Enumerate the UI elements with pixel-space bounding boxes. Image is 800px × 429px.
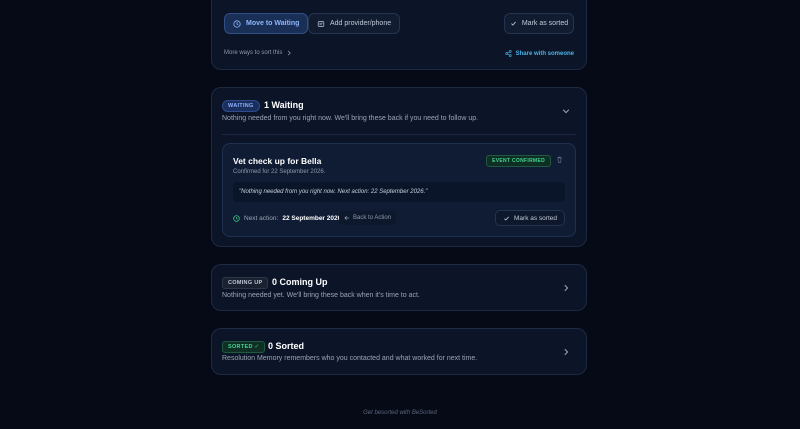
waiting-description: Nothing needed from you right now. We'll…: [222, 115, 479, 122]
add-provider-label: Add provider/phone: [330, 20, 392, 27]
chevron-down-icon[interactable]: [562, 107, 570, 115]
check-icon: [504, 216, 509, 221]
coming-up-title: 0 Coming Up: [272, 277, 328, 287]
clock-icon: [233, 19, 241, 28]
phone-book-icon: [317, 20, 325, 27]
back-to-action-button[interactable]: Back to Action: [339, 211, 397, 225]
share-label: Share with someone: [515, 50, 574, 57]
waiting-section: WAITING 1 Waiting Nothing needed from yo…: [211, 87, 587, 247]
coming-up-section[interactable]: COMING UP 0 Coming Up Nothing needed yet…: [211, 264, 587, 311]
item-note-text: "Nothing needed from you right now. Next…: [239, 189, 428, 195]
arrow-left-icon: [344, 215, 350, 221]
more-ways-label: More ways to sort this: [224, 50, 283, 56]
mark-as-sorted-label: Mark as sorted: [521, 20, 569, 27]
next-action: Next action: 22 September 2026: [233, 215, 341, 222]
event-confirmed-badge: EVENT CONFIRMED: [486, 155, 551, 167]
coming-up-badge: COMING UP: [222, 277, 269, 289]
next-action-label: Next action:: [244, 215, 279, 222]
item-note-box: "Nothing needed from you right now. Next…: [233, 182, 565, 202]
waiting-title: 1 Waiting: [264, 100, 304, 110]
item-title: Vet check up for Bella: [233, 156, 322, 166]
sorted-description: Resolution Memory remembers who you cont…: [222, 355, 478, 362]
section-divider: [222, 134, 576, 135]
next-action-date: 22 September 2026: [282, 215, 342, 222]
waiting-badge: WAITING: [222, 100, 260, 112]
sorted-section[interactable]: SORTED ✓ 0 Sorted Resolution Memory reme…: [211, 328, 587, 375]
more-ways-link[interactable]: More ways to sort this: [224, 50, 292, 56]
share-icon: [505, 50, 512, 57]
waiting-item-card[interactable]: Vet check up for Bella Confirmed for 22 …: [222, 143, 576, 237]
footer-text: Get besorted with BeSorted: [363, 410, 437, 416]
add-provider-button[interactable]: Add provider/phone: [308, 13, 401, 34]
sorted-badge: SORTED ✓: [222, 341, 266, 353]
coming-up-description: Nothing needed yet. We'll bring these ba…: [222, 292, 420, 299]
move-to-waiting-label: Move to Waiting: [246, 20, 300, 27]
sort-options-card: Move to Waiting Add provider/phone Mark …: [211, 0, 587, 70]
clock-icon: [233, 215, 240, 222]
share-link[interactable]: Share with someone: [505, 50, 574, 57]
item-mark-as-sorted-label: Mark as sorted: [514, 214, 557, 222]
move-to-waiting-button[interactable]: Move to Waiting: [224, 13, 309, 34]
sorted-title: 0 Sorted: [268, 341, 305, 351]
item-subtitle: Confirmed for 22 September 2026.: [233, 169, 326, 175]
trash-icon[interactable]: [556, 156, 563, 163]
chevron-right-icon[interactable]: [562, 284, 570, 292]
chevron-right-icon: [288, 50, 292, 56]
back-to-action-label: Back to Action: [353, 215, 392, 221]
chevron-right-icon[interactable]: [562, 348, 570, 356]
mark-as-sorted-button[interactable]: Mark as sorted: [504, 13, 574, 34]
check-icon: [510, 21, 516, 26]
item-mark-as-sorted-button[interactable]: Mark as sorted: [495, 210, 565, 226]
